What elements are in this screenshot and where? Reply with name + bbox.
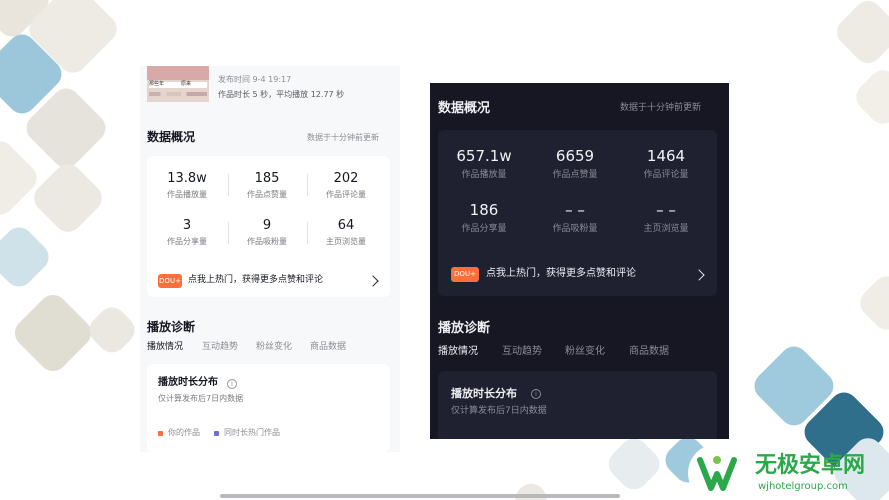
duration-summary: 作品时长 5 秒，平均播放 12.77 秒 [218,90,345,99]
stat-value: 13.8w [167,171,207,186]
horizontal-scrollbar[interactable] [220,494,620,498]
stat-value: 186 [469,201,499,219]
tab-products[interactable]: 商品数据 [310,343,346,352]
publish-time: 发布时间 9-4 19:17 [218,75,292,84]
duration-card-subtitle: 仅计算发布后7日内数据 [158,394,244,403]
dou-plus-badge: DOU+ [451,267,479,282]
stat-label: 作品吸粉量 [552,224,598,234]
stat-label: 作品分享量 [461,224,507,234]
video-thumbnail[interactable]: 那些年 原来 [147,66,209,102]
tab-playback[interactable]: 播放情况 [438,347,478,357]
stat-label: 作品播放量 [461,170,507,180]
duration-card [438,371,717,439]
decor-tile [854,270,889,336]
dou-plus-badge: DOU+ [158,274,182,288]
tab-followers[interactable]: 粉丝变化 [565,347,605,357]
stat-label: 作品点赞量 [552,170,598,180]
decor-tile [831,0,889,69]
stat-value: – – [565,201,585,219]
update-note: 数据于十分钟前更新 [620,103,702,113]
decor-tile [83,301,141,359]
thumbnail-label: 那些年 [149,81,165,87]
stat-label: 主页浏览量 [326,237,366,246]
stat-label: 作品吸粉量 [247,237,287,246]
stat-value: 657.1w [456,147,512,165]
legend-label: 你的作品 [168,428,200,437]
decor-tile [28,158,108,238]
tab-products[interactable]: 商品数据 [629,347,669,357]
decor-tile [602,432,666,496]
decor-tile [0,221,55,293]
duration-card-title: 播放时长分布 [451,387,517,400]
duration-card-title: 播放时长分布 [158,377,218,388]
stat-value: 185 [254,171,280,186]
decor-tile [0,135,43,221]
thumbnail-label: 原来 [181,81,192,87]
decor-tile [9,289,97,377]
watermark-logo-icon [697,456,737,491]
stat-label: 作品评论量 [326,190,366,199]
overview-title: 数据概况 [438,101,491,116]
stat-value: 202 [333,171,359,186]
legend-swatch-hot [214,431,219,436]
stat-value: 9 [262,218,272,233]
diagnosis-title: 播放诊断 [438,321,491,336]
stat-value: 1464 [646,147,686,165]
promo-text: 点我上热门，获得更多点赞和评论 [486,268,636,279]
stat-label: 作品播放量 [167,190,207,199]
legend-label: 同时长热门作品 [224,428,280,437]
decor-tile [850,64,889,130]
tab-interaction[interactable]: 互动趋势 [202,343,238,352]
info-icon[interactable]: i [227,379,237,389]
watermark-url: wjhotelgroup.com [758,481,848,492]
stat-value: 3 [182,218,192,233]
tab-followers[interactable]: 粉丝变化 [256,343,292,352]
watermark-name: 无极安卓网 [755,453,866,478]
legend-swatch-yours [158,431,163,436]
stat-value: 6659 [555,147,595,165]
overview-title: 数据概况 [147,130,196,144]
stat-label: 作品评论量 [643,170,689,180]
tab-playback[interactable]: 播放情况 [147,343,183,352]
stat-label: 作品点赞量 [247,190,287,199]
watermark-logo [688,444,746,500]
stat-value: 64 [337,218,355,233]
update-note: 数据于十分钟前更新 [307,133,379,142]
tab-interaction[interactable]: 互动趋势 [502,347,542,357]
info-icon[interactable]: i [531,389,541,399]
stat-value: – – [656,201,676,219]
promo-text: 点我上热门，获得更多点赞和评论 [188,275,324,285]
stat-label: 作品分享量 [167,237,207,246]
duration-card-subtitle: 仅计算发布后7日内数据 [451,406,547,416]
stat-label: 主页浏览量 [643,224,689,234]
diagnosis-title: 播放诊断 [147,320,196,334]
